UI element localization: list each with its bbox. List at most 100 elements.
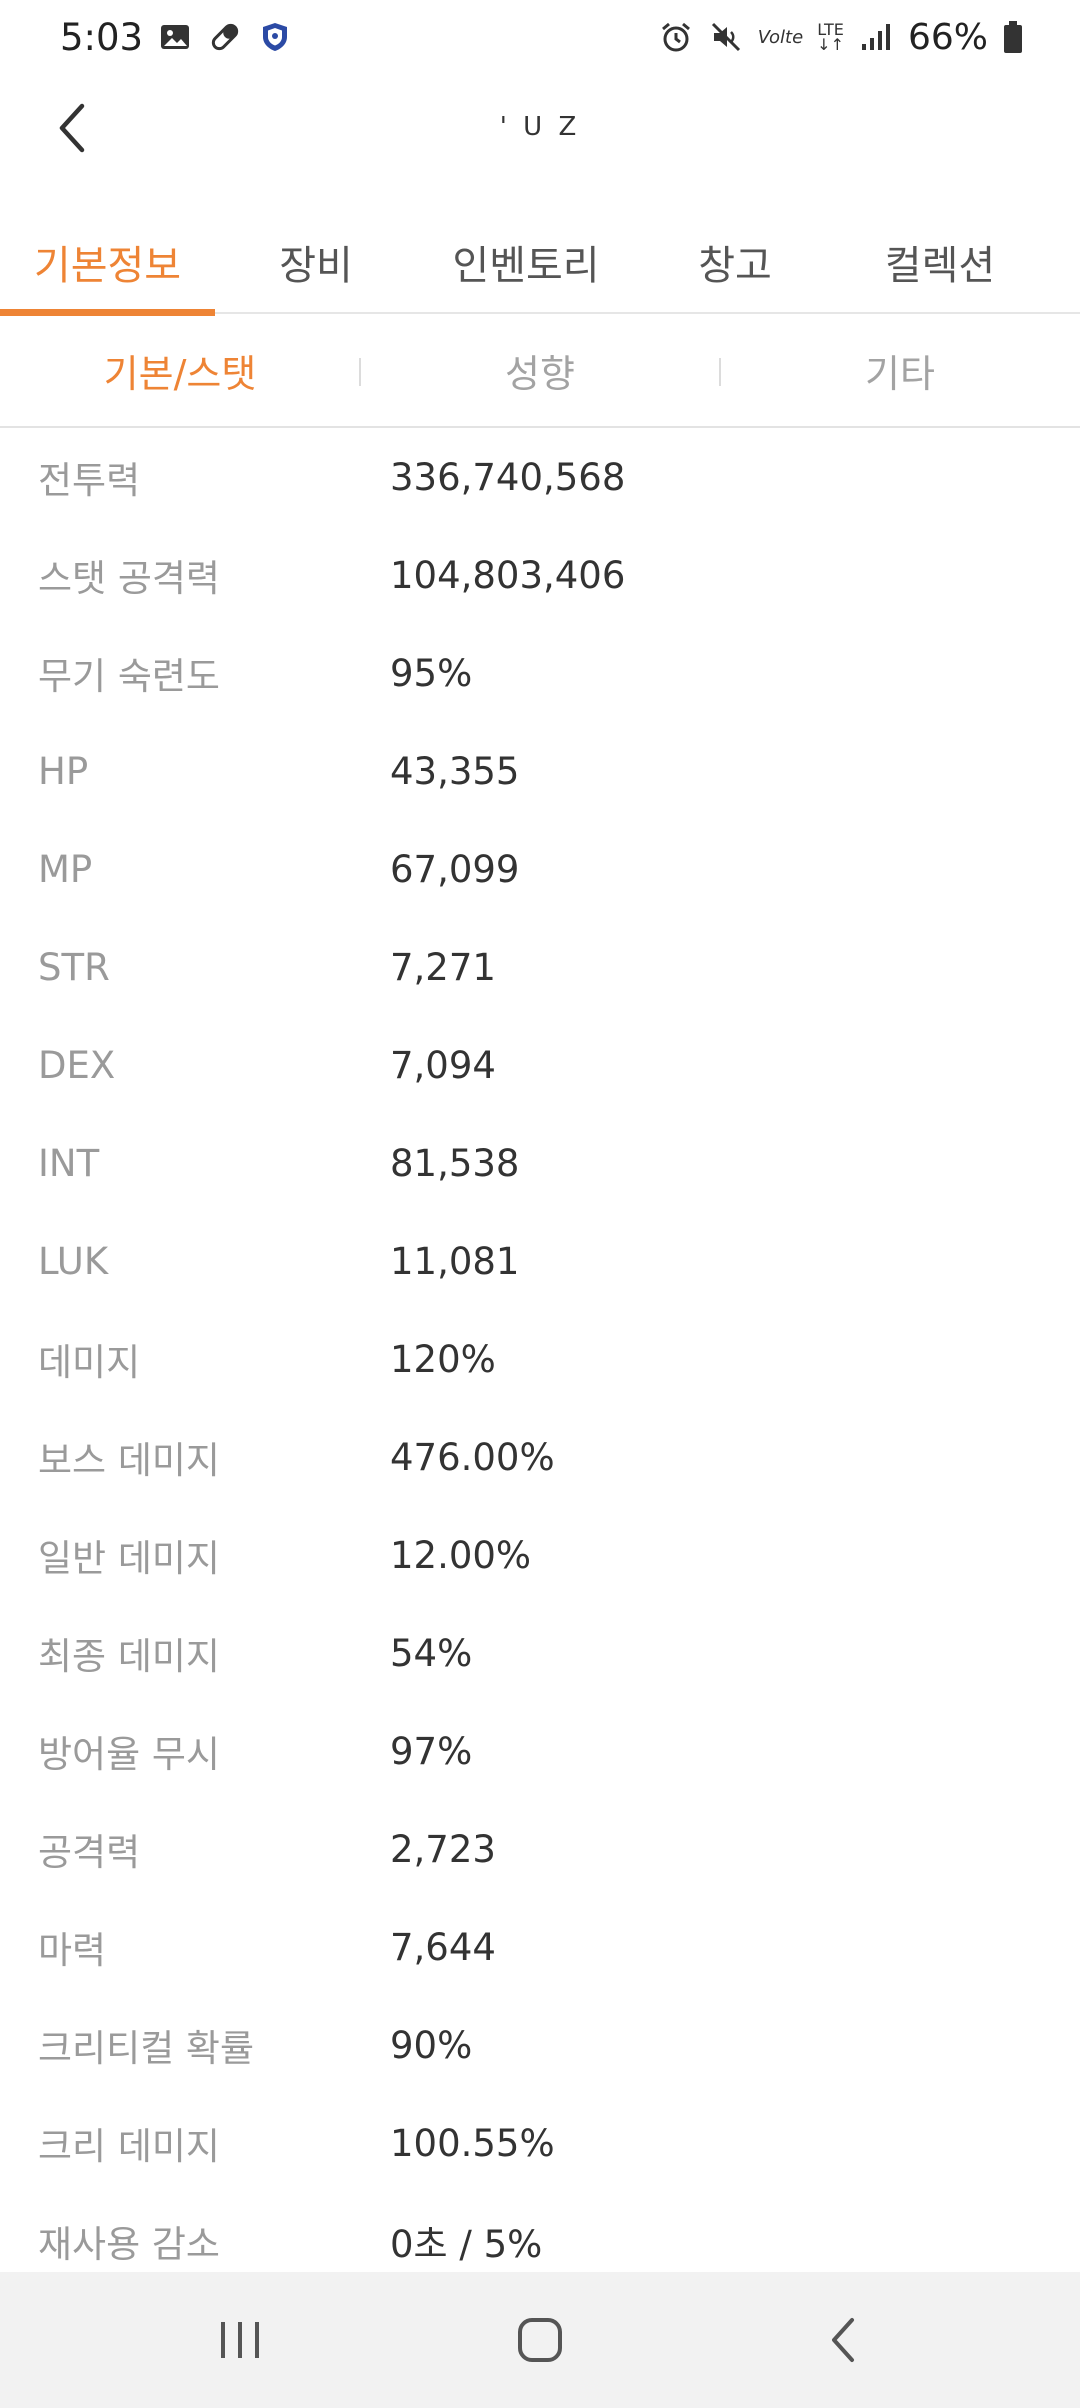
- main-tabs: 기본정보 장비 인벤토리 창고 컬렉션: [0, 210, 1080, 316]
- stat-row: 재사용 감소 0초 / 5%: [0, 2192, 1080, 2272]
- stat-value: 7,271: [390, 945, 496, 989]
- stat-label: STR: [38, 945, 110, 989]
- tab-basic-info[interactable]: 기본정보: [0, 210, 215, 316]
- stat-row: 방어율 무시 97%: [0, 1702, 1080, 1800]
- stat-label: LUK: [38, 1239, 109, 1283]
- lte-indicator: LTE ↓↑: [817, 22, 844, 54]
- stat-row: INT 81,538: [0, 1114, 1080, 1212]
- mute-icon: [708, 19, 744, 55]
- subtab-label: 기타: [865, 351, 935, 396]
- stat-row: DEX 7,094: [0, 1016, 1080, 1114]
- tab-storage[interactable]: 창고: [650, 210, 820, 314]
- stat-value: 7,094: [390, 1043, 496, 1087]
- tab-label: 창고: [698, 243, 772, 289]
- stat-label: INT: [38, 1141, 100, 1185]
- stat-row: 마력 7,644: [0, 1898, 1080, 1996]
- signal-icon: [858, 19, 894, 55]
- subtab-other[interactable]: 기타: [720, 314, 1080, 426]
- data-arrows-icon: ↓↑: [817, 35, 844, 54]
- volte-indicator: Volte: [757, 26, 804, 48]
- stat-label: 공격력: [38, 1831, 141, 1874]
- stat-value: 90%: [390, 2023, 473, 2067]
- stat-value: 7,644: [390, 1925, 496, 1969]
- tab-label: 컬렉션: [884, 243, 996, 289]
- stat-label: 최종 데미지: [38, 1635, 220, 1678]
- subtab-label: 성향: [505, 351, 575, 396]
- stat-label: 마력: [38, 1929, 107, 1972]
- stats-list[interactable]: 전투력 336,740,568 스탯 공격력 104,803,406 무기 숙련도 95%…: [0, 428, 1080, 2272]
- stat-row: STR 7,271: [0, 918, 1080, 1016]
- divider: [359, 358, 361, 386]
- system-nav-bar: [0, 2272, 1080, 2408]
- stat-label: 무기 숙련도: [38, 655, 220, 698]
- stat-label: 일반 데미지: [38, 1537, 220, 1580]
- status-right: Volte LTE ↓↑ 66%: [658, 17, 1024, 58]
- subtab-label: 기본/스탯: [103, 351, 257, 396]
- tab-equipment[interactable]: 장비: [228, 210, 404, 314]
- stat-value: 336,740,568: [390, 455, 626, 499]
- stat-value: 12.00%: [390, 1533, 532, 1577]
- stat-label: MP: [38, 847, 93, 891]
- alarm-icon: [658, 19, 694, 55]
- stat-row: HP 43,355: [0, 722, 1080, 820]
- status-left: 5:03: [60, 16, 293, 59]
- stat-value: 120%: [390, 1337, 496, 1381]
- stat-value: 67,099: [390, 847, 520, 891]
- app-header: ' U Z: [0, 74, 1080, 194]
- stat-value: 95%: [390, 651, 473, 695]
- gallery-icon: [157, 19, 193, 55]
- stat-value: 81,538: [390, 1141, 520, 1185]
- stat-label: 보스 데미지: [38, 1439, 220, 1482]
- recent-apps-icon: [221, 2322, 259, 2358]
- stat-row: 스탯 공격력 104,803,406: [0, 526, 1080, 624]
- stat-label: 크리 데미지: [38, 2125, 220, 2168]
- status-bar: 5:03 Volte LTE ↓↑ 66%: [0, 0, 1080, 74]
- stat-value: 100.55%: [390, 2121, 555, 2165]
- back-icon: [832, 2318, 854, 2362]
- stat-label: 전투력: [38, 459, 141, 502]
- stat-label: 재사용 감소: [38, 2223, 220, 2266]
- stat-row: 크리티컬 확률 90%: [0, 1996, 1080, 2094]
- page-title: ' U Z: [499, 112, 581, 142]
- stat-row: 무기 숙련도 95%: [0, 624, 1080, 722]
- sub-tabs: 기본/스탯 성향 기타: [0, 314, 1080, 428]
- stat-value: 104,803,406: [390, 553, 626, 597]
- divider: [719, 358, 721, 386]
- pill-icon: [207, 19, 243, 55]
- stat-row: 최종 데미지 54%: [0, 1604, 1080, 1702]
- tab-label: 인벤토리: [452, 243, 600, 289]
- stat-value: 54%: [390, 1631, 473, 1675]
- battery-icon: [1002, 19, 1024, 55]
- stat-value: 11,081: [390, 1239, 520, 1283]
- tab-collection[interactable]: 컬렉션: [860, 210, 1020, 314]
- recent-apps-button[interactable]: [180, 2300, 300, 2380]
- shield-icon: [257, 19, 293, 55]
- stat-row: 공격력 2,723: [0, 1800, 1080, 1898]
- status-time: 5:03: [60, 15, 144, 59]
- stat-label: DEX: [38, 1043, 116, 1087]
- stat-value: 476.00%: [390, 1435, 555, 1479]
- stat-row: 보스 데미지 476.00%: [0, 1408, 1080, 1506]
- home-icon: [518, 2318, 562, 2362]
- tab-label: 장비: [279, 243, 353, 289]
- battery-percent: 66%: [907, 16, 988, 58]
- subtab-tendency[interactable]: 성향: [360, 314, 720, 426]
- stat-row: 일반 데미지 12.00%: [0, 1506, 1080, 1604]
- stat-row: LUK 11,081: [0, 1212, 1080, 1310]
- stat-value: 43,355: [390, 749, 520, 793]
- stat-value: 2,723: [390, 1827, 496, 1871]
- stat-label: HP: [38, 749, 89, 793]
- nav-back-button[interactable]: [784, 2300, 904, 2380]
- stat-label: 스탯 공격력: [38, 557, 220, 600]
- stat-row: 전투력 336,740,568: [0, 428, 1080, 526]
- stat-row: MP 67,099: [0, 820, 1080, 918]
- subtab-basic-stats[interactable]: 기본/스탯: [0, 314, 360, 426]
- stat-value: 0초 / 5%: [390, 2223, 543, 2266]
- home-button[interactable]: [480, 2300, 600, 2380]
- stat-row: 데미지 120%: [0, 1310, 1080, 1408]
- tab-label: 기본정보: [33, 243, 182, 289]
- stat-value: 97%: [390, 1729, 473, 1773]
- stat-label: 데미지: [38, 1341, 141, 1384]
- tab-inventory[interactable]: 인벤토리: [430, 210, 622, 314]
- stat-row: 크리 데미지 100.55%: [0, 2094, 1080, 2192]
